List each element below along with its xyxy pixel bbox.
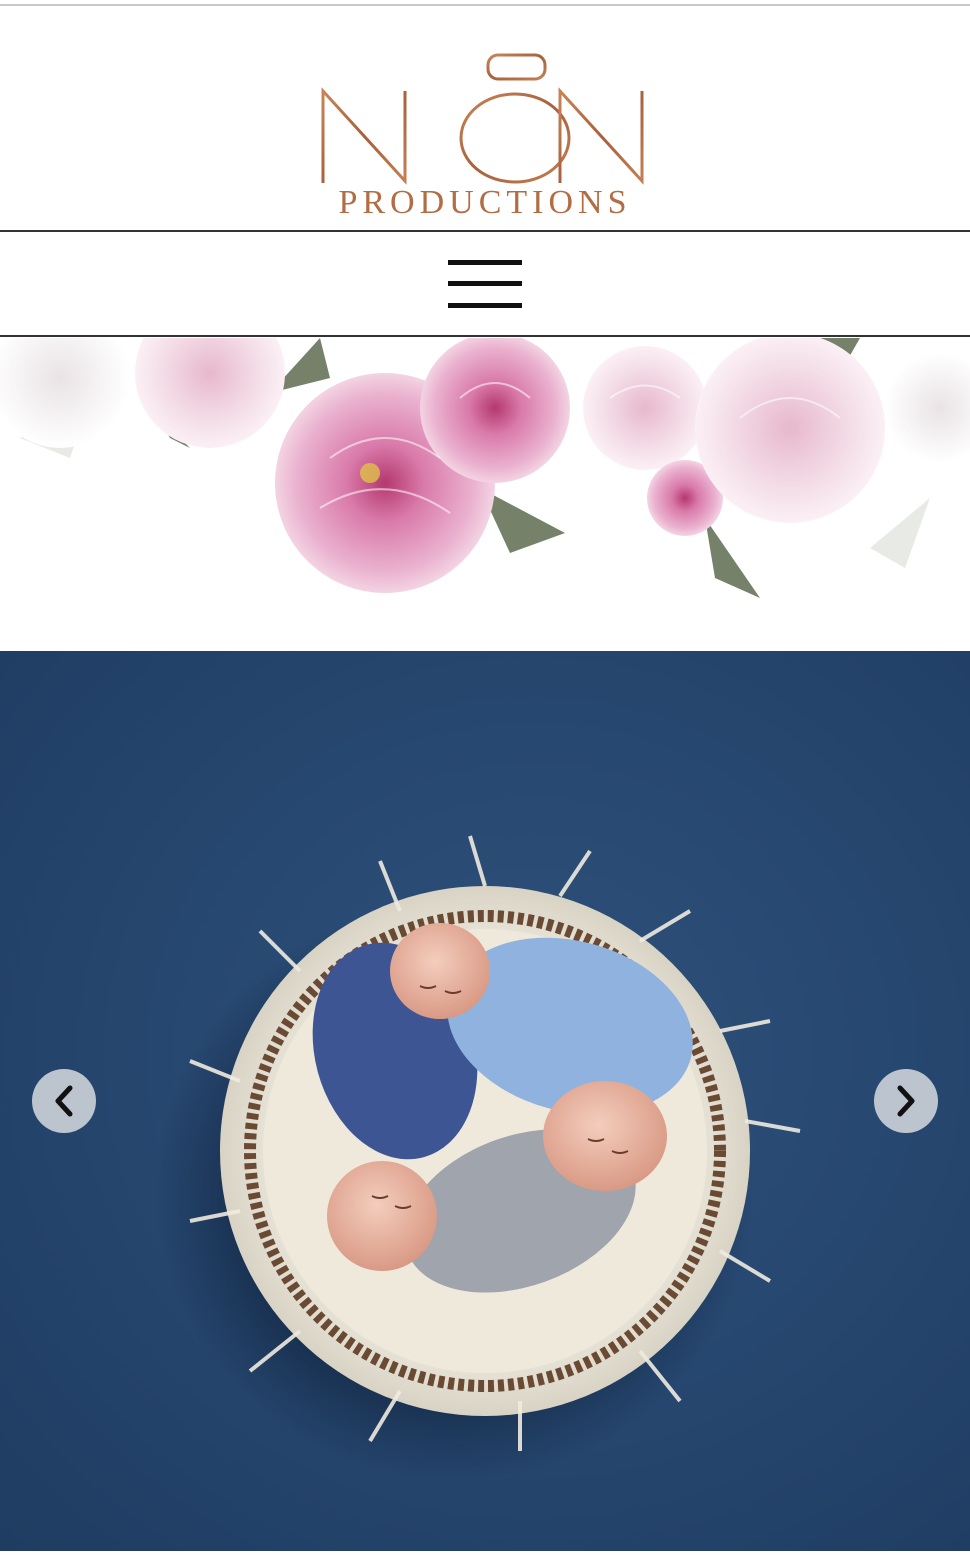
main-navigation <box>0 230 970 337</box>
site-header: PRODUCTIONS <box>0 6 970 230</box>
photo-slider <box>0 651 970 1551</box>
peony-banner-image <box>0 338 970 650</box>
newborn-triplets-photo <box>155 835 801 1481</box>
chevron-right-icon[interactable] <box>874 1069 938 1133</box>
brand-tagline: PRODUCTIONS <box>338 184 632 221</box>
brand-logo[interactable]: PRODUCTIONS <box>320 28 650 220</box>
neon-wordmark-logo <box>321 53 644 185</box>
chevron-left-icon[interactable] <box>32 1069 96 1133</box>
hamburger-menu-icon[interactable] <box>448 259 522 308</box>
